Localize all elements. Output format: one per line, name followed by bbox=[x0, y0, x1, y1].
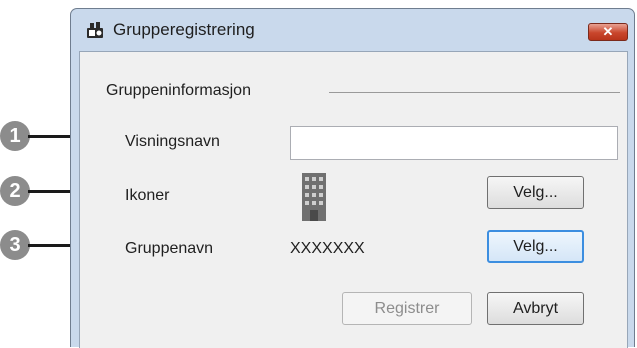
register-button[interactable]: Registrer bbox=[342, 292, 472, 325]
display-name-input[interactable] bbox=[290, 126, 618, 160]
title-bar[interactable]: Grupperegistrering ✕ bbox=[71, 9, 634, 51]
building-icon bbox=[302, 173, 326, 221]
close-icon: ✕ bbox=[602, 24, 614, 39]
cancel-button[interactable]: Avbryt bbox=[487, 292, 584, 325]
group-divider bbox=[329, 92, 620, 93]
icons-label: Ikoner bbox=[125, 187, 170, 204]
close-button[interactable]: ✕ bbox=[588, 23, 628, 41]
window-title: Grupperegistrering bbox=[113, 20, 255, 39]
callout-badge: 1 bbox=[0, 121, 30, 151]
select-icon-button[interactable]: Velg... bbox=[487, 176, 584, 209]
select-group-button[interactable]: Velg... bbox=[487, 230, 584, 263]
dialog-content: Gruppeninformasjon Visningsnavn Ikoner V… bbox=[79, 51, 628, 348]
callout-badge: 3 bbox=[0, 230, 30, 260]
projector-group-icon bbox=[87, 22, 103, 38]
display-name-label: Visningsnavn bbox=[125, 133, 220, 150]
callout-badge: 2 bbox=[0, 176, 30, 206]
group-name-label: Gruppenavn bbox=[125, 240, 214, 257]
group-box-title: Gruppeninformasjon bbox=[106, 82, 251, 99]
group-name-value: XXXXXXX bbox=[290, 240, 365, 257]
group-registration-dialog: Grupperegistrering ✕ Gruppeninformasjon … bbox=[70, 8, 635, 348]
